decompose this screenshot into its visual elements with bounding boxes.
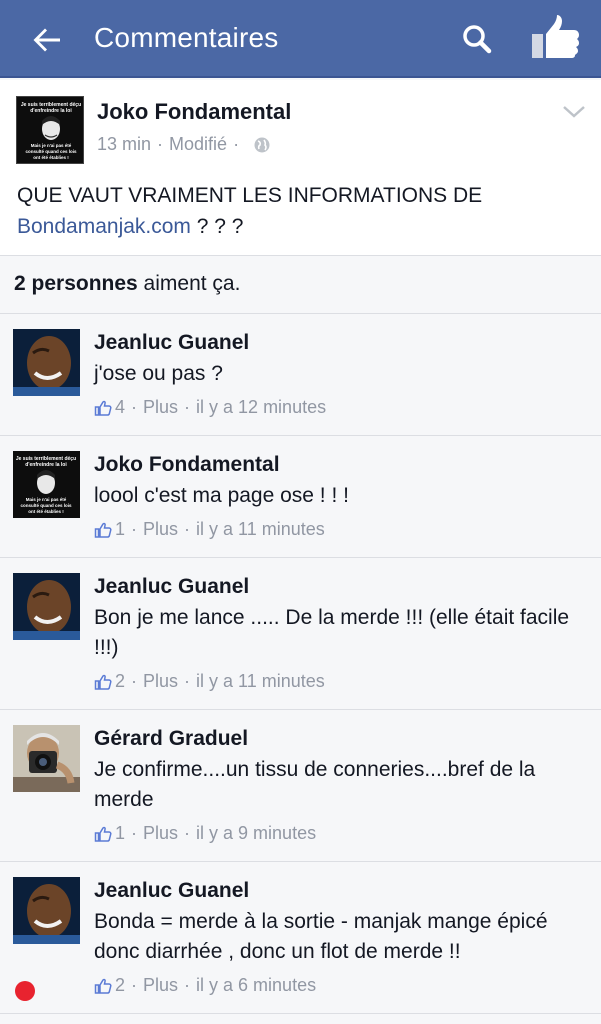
comment-more-link[interactable]: Plus <box>143 519 178 540</box>
comment-item: Je suis terriblement déçu d'enfreindre l… <box>0 437 601 558</box>
search-icon[interactable] <box>456 18 500 62</box>
likes-summary[interactable]: 2 personnes aiment ça. <box>0 256 601 314</box>
comment-time: il y a 11 minutes <box>196 671 325 691</box>
post-edited-label[interactable]: Modifié <box>169 134 227 155</box>
post-text: QUE VAUT VRAIMENT LES INFORMATIONS DE <box>17 184 483 207</box>
thumbs-up-icon[interactable] <box>94 673 112 691</box>
thumbs-up-like-icon[interactable] <box>528 12 584 64</box>
comment-text: Bon je me lance ..... De la merde !!! (e… <box>94 606 570 659</box>
svg-text:Mais je n'ai pas été: Mais je n'ai pas été <box>31 143 72 148</box>
svg-text:ont été établies !: ont été établies ! <box>28 509 64 514</box>
svg-text:d'enfreindre la loi: d'enfreindre la loi <box>30 108 72 114</box>
svg-text:consulté quand ces lois: consulté quand ces lois <box>20 503 72 508</box>
comment-time: il y a 12 minutes <box>196 397 327 417</box>
back-arrow-icon[interactable] <box>26 18 70 62</box>
commenter-avatar[interactable] <box>13 877 80 944</box>
comment-more-link[interactable]: Plus <box>143 975 178 996</box>
commenter-name[interactable]: Jeanluc Guanel <box>94 879 249 903</box>
commenter-avatar[interactable] <box>13 725 80 792</box>
commenter-avatar[interactable] <box>13 329 80 396</box>
likes-suffix: aiment ça. <box>137 272 241 295</box>
comment-time: il y a 6 minutes <box>196 975 317 995</box>
comment-meta: 4 · Plus · il y a 12 minutes <box>94 397 326 418</box>
comment-text: Bonda = merde à la sortie - manjak mange… <box>94 910 548 963</box>
separator-dot: · <box>157 134 164 154</box>
notification-dot <box>15 981 35 1001</box>
comment-text: Je confirme....un tissu de conneries....… <box>94 758 536 811</box>
comment-like-count: 1 <box>115 823 126 843</box>
post-meta: 13 min · Modifié · <box>97 134 271 155</box>
comment-like-count: 1 <box>115 519 126 539</box>
svg-text:consulté quand ces lois: consulté quand ces lois <box>25 149 77 154</box>
comment-time: il y a 11 minutes <box>196 519 325 539</box>
comment-like-count: 2 <box>115 671 126 691</box>
post-time: 13 min <box>97 134 152 154</box>
thumbs-up-icon[interactable] <box>94 977 112 995</box>
comment-meta: 1 · Plus · il y a 11 minutes <box>94 519 325 540</box>
svg-text:ont été établies !: ont été établies ! <box>33 155 69 160</box>
likes-summary-text: 2 personnes aiment ça. <box>14 272 240 296</box>
comment-meta: 1 · Plus · il y a 9 minutes <box>94 823 316 844</box>
comment-text: j'ose ou pas ? <box>94 362 223 385</box>
comment-more-link[interactable]: Plus <box>143 671 178 692</box>
chevron-down-icon[interactable] <box>560 102 588 122</box>
commenter-name[interactable]: Gérard Graduel <box>94 727 248 751</box>
thumbs-up-icon[interactable] <box>94 399 112 417</box>
post-body: QUE VAUT VRAIMENT LES INFORMATIONS DE Bo… <box>17 180 587 242</box>
comment-like-count: 4 <box>115 397 126 417</box>
page-title: Commentaires <box>94 22 279 53</box>
svg-text:Mais je n'ai pas été: Mais je n'ai pas été <box>26 497 67 502</box>
comment-like-count: 2 <box>115 975 126 995</box>
globe-privacy-icon <box>253 136 271 154</box>
comment-item: Jeanluc Guanel Bonda = merde à la sortie… <box>0 863 601 1014</box>
separator-dot: · <box>233 134 240 154</box>
svg-text:d'enfreindre la loi: d'enfreindre la loi <box>25 462 67 468</box>
comment-more-link[interactable]: Plus <box>143 823 178 844</box>
commenter-name[interactable]: Jeanluc Guanel <box>94 331 249 355</box>
likes-count: 2 personnes <box>14 272 138 295</box>
comment-time: il y a 9 minutes <box>196 823 317 843</box>
thumbs-up-icon[interactable] <box>94 825 112 843</box>
comment-text: loool c'est ma page ose ! ! ! <box>94 484 349 507</box>
post-author-name[interactable]: Joko Fondamental <box>97 99 291 125</box>
commenter-avatar[interactable]: Je suis terriblement déçu d'enfreindre l… <box>13 451 80 518</box>
comment-item: Jeanluc Guanel Bon je me lance ..... De … <box>0 559 601 710</box>
comment-meta: 2 · Plus · il y a 6 minutes <box>94 975 316 996</box>
commenter-name[interactable]: Joko Fondamental <box>94 453 280 477</box>
post-card: Je suis terriblement déçu d'enfreindre l… <box>0 80 601 256</box>
comment-more-link[interactable]: Plus <box>143 397 178 418</box>
post-link[interactable]: Bondamanjak.com <box>17 215 191 238</box>
comment-item: Gérard Graduel Je confirme....un tissu d… <box>0 711 601 862</box>
commenter-avatar[interactable] <box>13 573 80 640</box>
thumbs-up-icon[interactable] <box>94 521 112 539</box>
post-author-avatar[interactable]: Je suis terriblement déçu d'enfreindre l… <box>16 96 84 164</box>
top-app-bar: Commentaires <box>0 0 601 78</box>
comment-item: Jeanluc Guanel j'ose ou pas ? 4 · Plus ·… <box>0 315 601 436</box>
comment-meta: 2 · Plus · il y a 11 minutes <box>94 671 325 692</box>
commenter-name[interactable]: Jeanluc Guanel <box>94 575 249 599</box>
post-text-suffix: ? ? ? <box>190 215 244 238</box>
